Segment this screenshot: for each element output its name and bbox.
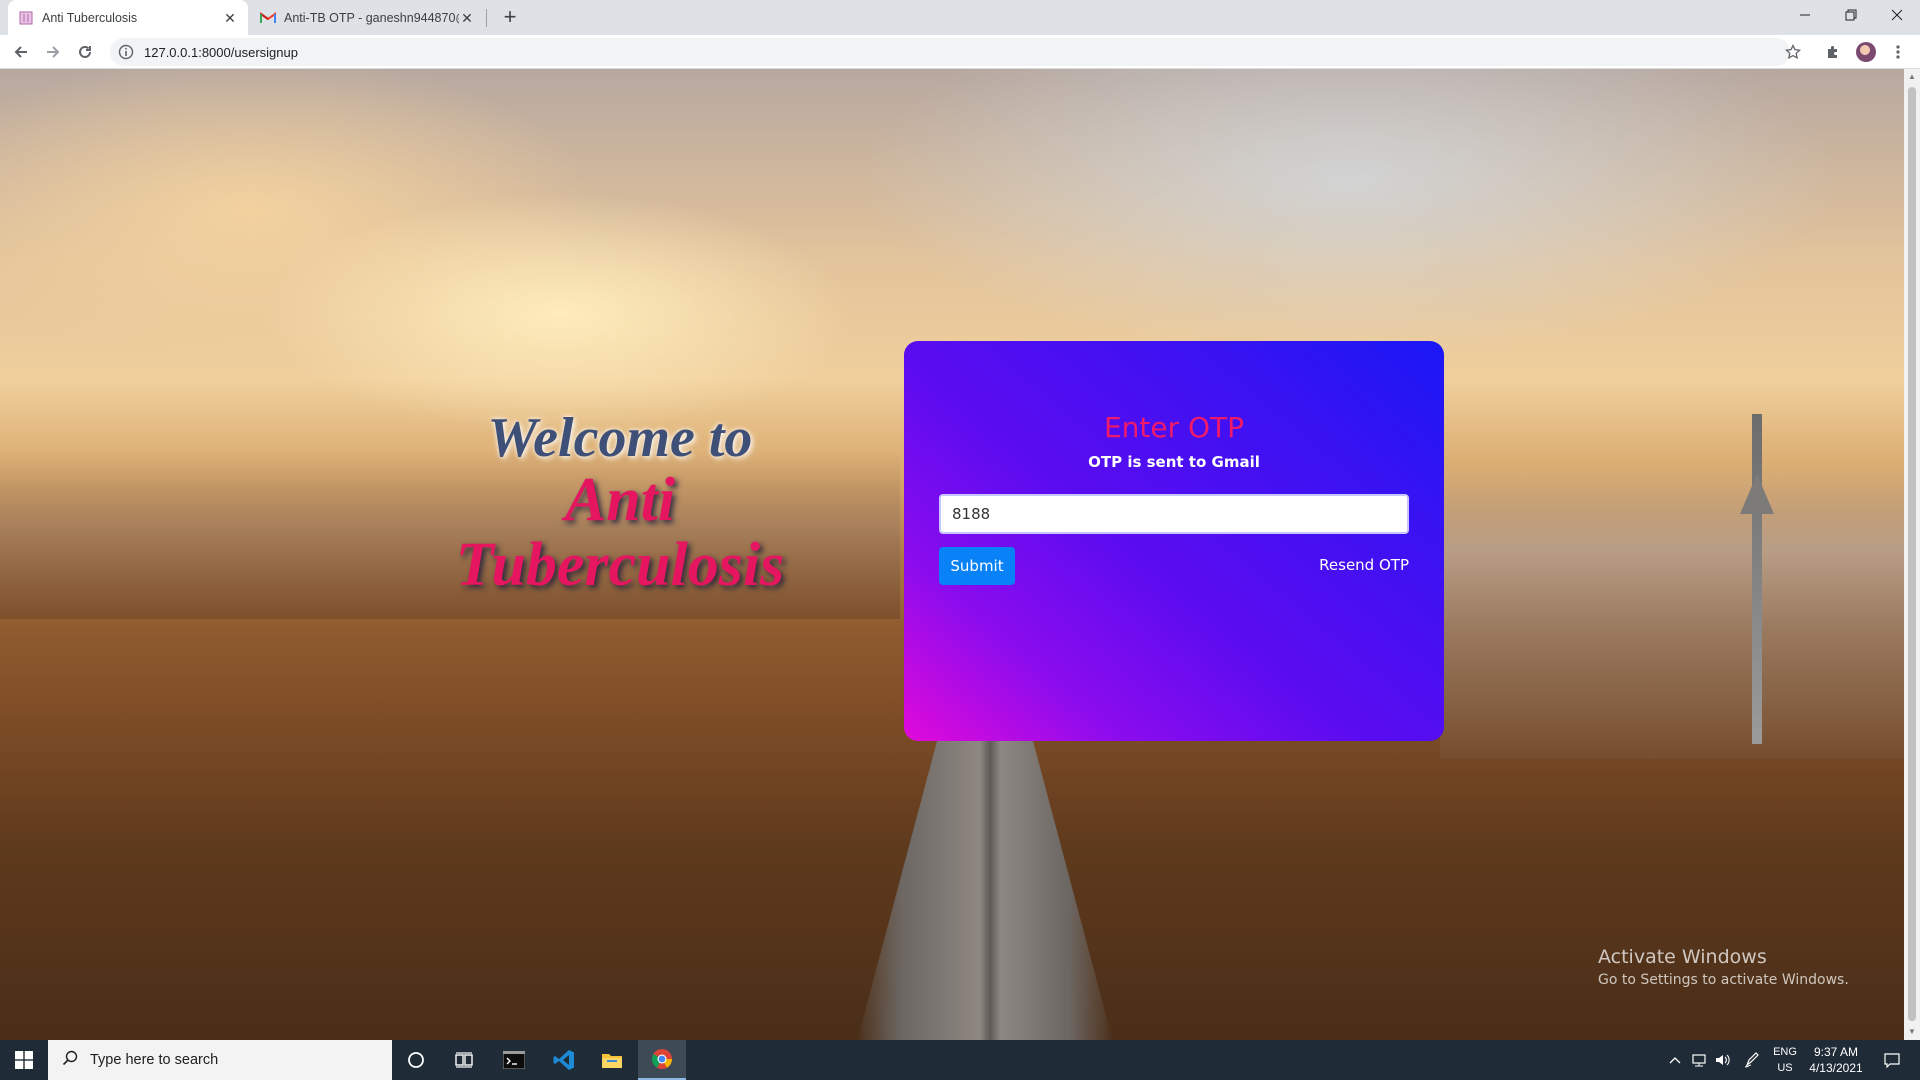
url-text: 127.0.0.1:8000/usersignup — [144, 44, 298, 60]
site-favicon-icon — [18, 10, 34, 26]
browser-tab-bar: Anti Tuberculosis ✕ Anti-TB OTP - ganesh… — [0, 0, 1920, 35]
restore-window-icon[interactable] — [1828, 0, 1874, 30]
watermark-title: Activate Windows — [1598, 946, 1767, 968]
close-tab-icon[interactable]: ✕ — [222, 10, 238, 26]
gmail-icon — [260, 10, 276, 26]
search-icon — [62, 1050, 78, 1071]
vscode-icon[interactable] — [540, 1040, 588, 1080]
chrome-icon[interactable] — [638, 1040, 686, 1080]
network-icon[interactable] — [1688, 1040, 1710, 1080]
welcome-line: Welcome to — [487, 407, 753, 469]
volume-icon[interactable] — [1712, 1040, 1734, 1080]
page-scrollbar[interactable]: ▲ ▼ — [1904, 69, 1920, 1040]
pen-workspace-icon[interactable] — [1740, 1040, 1764, 1080]
cortana-icon[interactable] — [392, 1040, 440, 1080]
close-tab-icon[interactable]: ✕ — [459, 10, 475, 26]
otp-input[interactable] — [939, 494, 1409, 534]
file-explorer-icon[interactable] — [588, 1040, 636, 1080]
extensions-puzzle-icon[interactable] — [1822, 41, 1844, 63]
tab-title: Anti-TB OTP - ganeshn944870@ — [284, 10, 459, 25]
tab-anti-tuberculosis[interactable]: Anti Tuberculosis ✕ — [8, 0, 248, 35]
brand-line-anti: Anti — [564, 465, 676, 534]
scrollbar-thumb[interactable] — [1908, 87, 1916, 1021]
task-view-icon[interactable] — [440, 1040, 488, 1080]
clock-date: 4/13/2021 — [1809, 1061, 1863, 1075]
input-language-indicator[interactable]: ENG US — [1770, 1044, 1800, 1076]
browser-toolbar: 127.0.0.1:8000/usersignup — [0, 35, 1920, 69]
new-tab-button[interactable]: + — [497, 5, 523, 31]
resend-otp-link[interactable]: Resend OTP — [1319, 556, 1409, 574]
terminal-icon[interactable] — [490, 1040, 538, 1080]
minimize-window-icon[interactable] — [1782, 0, 1828, 30]
search-placeholder: Type here to search — [90, 1052, 219, 1068]
site-info-icon[interactable] — [118, 44, 134, 60]
welcome-heading: Welcome to Anti Tuberculosis — [420, 409, 820, 598]
taskbar-search-box[interactable]: Type here to search — [48, 1040, 392, 1080]
tab-title: Anti Tuberculosis — [42, 10, 138, 25]
otp-title: Enter OTP — [1103, 411, 1245, 444]
activate-windows-watermark: Activate Windows Go to Settings to activ… — [1598, 946, 1849, 988]
page-background: Welcome to Anti Tuberculosis Enter OTP O… — [0, 69, 1904, 1040]
submit-button[interactable]: Submit — [939, 547, 1015, 585]
notifications-icon[interactable] — [1874, 1040, 1910, 1080]
scroll-up-icon[interactable]: ▲ — [1907, 72, 1917, 82]
forward-arrow-icon[interactable] — [40, 39, 66, 65]
otp-card: Enter OTP OTP is sent to Gmail Submit Re… — [904, 341, 1444, 741]
background-cityscape-right — [1440, 459, 1904, 759]
brand-line-tuberculosis: Tuberculosis — [455, 530, 785, 599]
clock-time: 9:37 AM — [1813, 1045, 1859, 1059]
language-code: ENG — [1773, 1046, 1797, 1058]
taskbar-clock[interactable]: 9:37 AM 4/13/2021 — [1802, 1044, 1870, 1076]
bookmark-star-icon[interactable] — [1782, 41, 1804, 63]
show-hidden-icons-chevron-icon[interactable] — [1664, 1040, 1686, 1080]
back-arrow-icon[interactable] — [8, 39, 34, 65]
windows-taskbar: Type here to search ENG US 9:37 AM 4/13/… — [0, 1040, 1920, 1080]
scroll-down-icon[interactable]: ▼ — [1907, 1027, 1917, 1037]
address-bar[interactable]: 127.0.0.1:8000/usersignup — [110, 38, 1790, 66]
background-tower — [1752, 414, 1762, 744]
tab-gmail-otp[interactable]: Anti-TB OTP - ganeshn944870@ ✕ — [250, 0, 485, 35]
profile-avatar-icon[interactable] — [1855, 41, 1877, 63]
browser-menu-icon[interactable] — [1887, 41, 1909, 63]
watermark-subtitle: Go to Settings to activate Windows. — [1598, 972, 1849, 988]
otp-subtitle: OTP is sent to Gmail — [1088, 453, 1260, 471]
tab-separator — [486, 9, 487, 27]
reload-icon[interactable] — [72, 39, 98, 65]
windows-start-icon[interactable] — [0, 1040, 48, 1080]
region-code: US — [1777, 1062, 1793, 1074]
close-window-icon[interactable] — [1874, 0, 1920, 30]
